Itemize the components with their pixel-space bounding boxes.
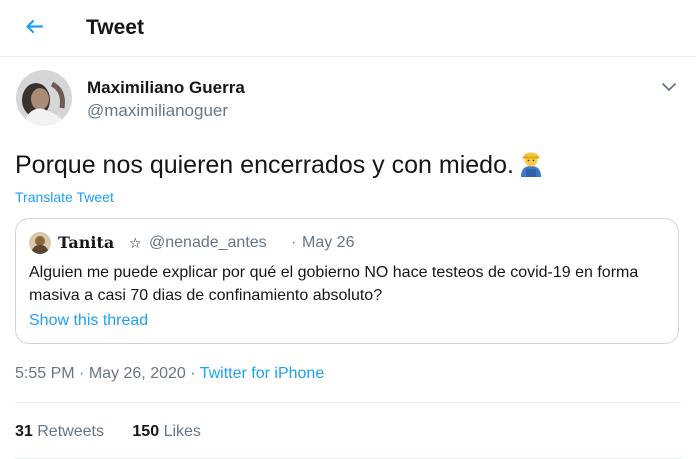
chevron-down-icon[interactable]: [660, 78, 678, 96]
tweet-text: Porque nos quieren encerrados y con mied…: [15, 147, 546, 182]
retweets-label: Retweets: [37, 423, 104, 440]
quoted-author-handle: @nenade_antes: [149, 234, 267, 251]
quoted-date: May 26: [302, 234, 355, 251]
tweet-date[interactable]: May 26, 2020: [89, 365, 186, 382]
tweet-time[interactable]: 5:55 PM: [15, 365, 75, 382]
page-title: Tweet: [86, 16, 144, 39]
tweet-source-link[interactable]: Twitter for iPhone: [200, 365, 325, 382]
likes-stat[interactable]: 150 Likes: [132, 423, 201, 440]
quoted-tweet-card[interactable]: Tanita ☆ @nenade_antes · May 26 Alguien …: [15, 218, 679, 344]
quoted-tweet-text: Alguien me puede explicar por qué el gob…: [29, 264, 639, 304]
meta-separator: ·: [190, 365, 196, 382]
tweet-body: Porque nos quieren encerrados y con mied…: [15, 151, 514, 179]
divider: [15, 402, 681, 403]
retweets-stat[interactable]: 31 Retweets: [15, 423, 104, 440]
man-factory-worker-emoji: [520, 152, 541, 177]
author-handle: @maximilianoguer: [87, 101, 229, 120]
author-avatar[interactable]: [16, 70, 72, 126]
top-bar: Tweet: [0, 0, 696, 57]
likes-count: 150: [132, 423, 160, 440]
quoted-author-name: Tanita: [58, 233, 115, 252]
meta-separator: ·: [79, 365, 85, 382]
retweets-count: 31: [15, 423, 33, 440]
star-icon: ☆: [129, 235, 142, 251]
arrow-left-icon[interactable]: [22, 15, 46, 39]
translate-tweet-link[interactable]: Translate Tweet: [15, 188, 114, 206]
likes-label: Likes: [163, 423, 201, 440]
show-thread-link[interactable]: Show this thread: [29, 311, 148, 331]
author-name[interactable]: Maximiliano Guerra: [87, 77, 245, 99]
quoted-avatar: [29, 232, 51, 254]
tweet-meta: 5:55 PM · May 26, 2020 · Twitter for iPh…: [15, 364, 324, 384]
tweet-stats: 31 Retweets 150 Likes: [15, 422, 201, 442]
quoted-separator: ·: [291, 234, 297, 251]
